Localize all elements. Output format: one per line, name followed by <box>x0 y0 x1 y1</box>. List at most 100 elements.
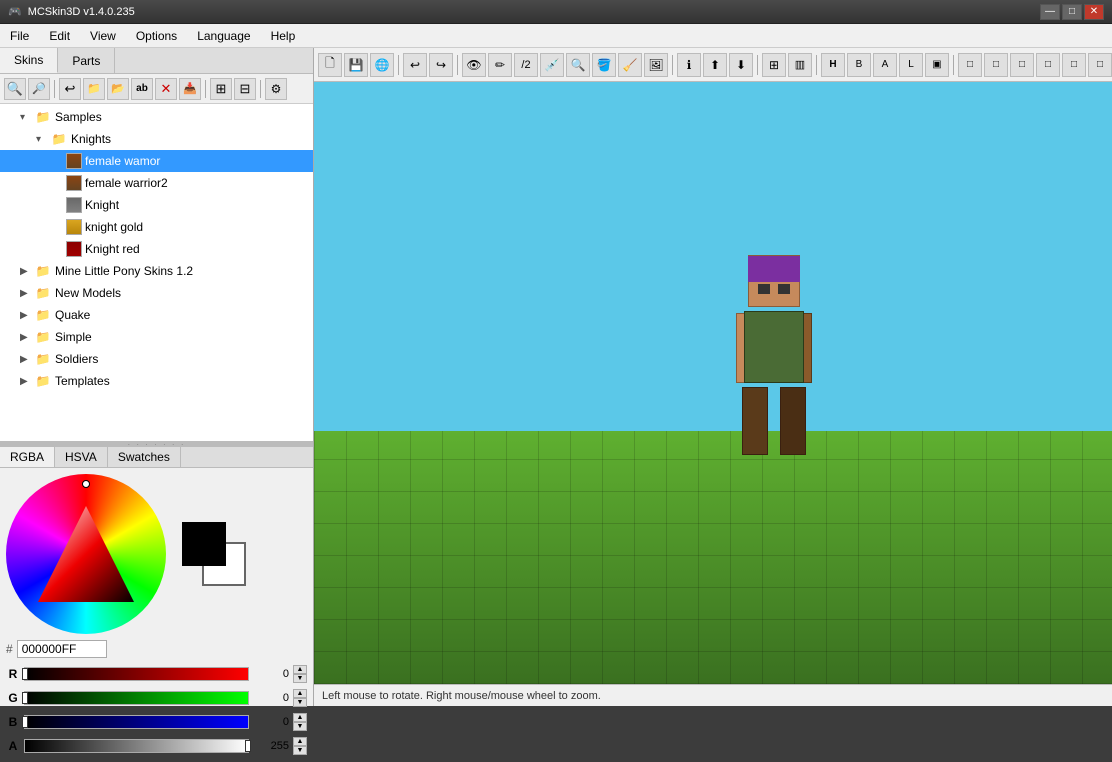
hex-input[interactable] <box>17 640 107 658</box>
tab-skins[interactable]: Skins <box>0 48 58 73</box>
minimize-button[interactable]: — <box>1040 4 1060 20</box>
tree-item-mine-little-pony[interactable]: ▶ 📁 Mine Little Pony Skins 1.2 <box>0 260 313 282</box>
tree-item-female-warrior2[interactable]: female warrior2 <box>0 172 313 194</box>
split-button[interactable]: ▥ <box>788 53 812 77</box>
fill-icon: 🪣 <box>597 58 612 72</box>
a-increment[interactable]: ▲ <box>293 737 307 746</box>
eye-button[interactable]: 👁 <box>462 53 486 77</box>
body-btn[interactable]: B <box>847 53 871 77</box>
import-icon: 📥 <box>183 82 197 95</box>
texture-icon: 🖼 <box>648 58 663 72</box>
open-button[interactable]: 📂 <box>107 78 129 100</box>
options-button[interactable]: ⚙ <box>265 78 287 100</box>
tex2-btn[interactable]: □ <box>984 53 1008 77</box>
menu-language[interactable]: Language <box>187 26 260 46</box>
a-decrement[interactable]: ▼ <box>293 746 307 755</box>
tab-parts[interactable]: Parts <box>58 48 115 73</box>
undo-button[interactable]: ↩ <box>403 53 427 77</box>
grid-button[interactable]: ⊞ <box>762 53 786 77</box>
upload-button[interactable]: ⬆ <box>703 53 727 77</box>
download-button[interactable]: ⬇ <box>729 53 753 77</box>
b-slider-thumb[interactable] <box>22 716 28 728</box>
tree-item-new-models[interactable]: ▶ 📁 New Models <box>0 282 313 304</box>
arm-btn[interactable]: A <box>873 53 897 77</box>
tex3-btn[interactable]: □ <box>1010 53 1034 77</box>
r-slider-thumb[interactable] <box>22 668 28 680</box>
tex5-btn[interactable]: □ <box>1062 53 1086 77</box>
save-button[interactable]: 💾 <box>344 53 368 77</box>
close-button[interactable]: ✕ <box>1084 4 1104 20</box>
color-tab-swatches[interactable]: Swatches <box>108 447 181 467</box>
dropper-button[interactable]: 💉 <box>540 53 564 77</box>
info-button[interactable]: ℹ <box>677 53 701 77</box>
rename-button[interactable]: ab <box>131 78 153 100</box>
toolbar-separator-2 <box>205 80 206 98</box>
grid1-button[interactable]: ⊞ <box>210 78 232 100</box>
tree-label-quake: Quake <box>55 308 90 322</box>
tree-item-female-warrior[interactable]: female wamor <box>0 150 313 172</box>
undo-button[interactable]: ↩ <box>59 78 81 100</box>
tree-item-soldiers[interactable]: ▶ 📁 Soldiers <box>0 348 313 370</box>
menu-options[interactable]: Options <box>126 26 187 46</box>
eraser-button[interactable]: 🧹 <box>618 53 642 77</box>
add-folder-button[interactable]: 📁 <box>83 78 105 100</box>
r-value: 0 <box>253 668 289 680</box>
r-decrement[interactable]: ▼ <box>293 674 307 683</box>
g-slider-thumb[interactable] <box>22 692 28 704</box>
a-slider-thumb[interactable] <box>245 740 251 752</box>
zoom-out-button[interactable]: 🔍 <box>4 78 26 100</box>
head-btn[interactable]: H <box>821 53 845 77</box>
a-slider[interactable] <box>24 739 249 753</box>
skin-tree[interactable]: ▾ 📁 Samples ▾ 📁 Knights female wamor <box>0 104 313 442</box>
tree-item-templates[interactable]: ▶ 📁 Templates <box>0 370 313 392</box>
color-wheel[interactable] <box>6 474 166 634</box>
b-slider-row: B 0 ▲ ▼ <box>6 712 307 732</box>
new-skin-button[interactable]: 🗋 <box>318 53 342 77</box>
texture-button[interactable]: 🖼 <box>644 53 668 77</box>
menu-edit[interactable]: Edit <box>39 26 80 46</box>
redo-button[interactable]: ↪ <box>429 53 453 77</box>
zoom-in-button[interactable]: 🔎 <box>28 78 50 100</box>
r-slider[interactable] <box>24 667 249 681</box>
zoom-button[interactable]: 🔍 <box>566 53 590 77</box>
character-head <box>748 255 800 307</box>
all-btn[interactable]: ▣ <box>925 53 949 77</box>
menu-help[interactable]: Help <box>261 26 306 46</box>
tree-item-samples[interactable]: ▾ 📁 Samples <box>0 106 313 128</box>
delete-button[interactable]: ✕ <box>155 78 177 100</box>
grid2-button[interactable]: ⊟ <box>234 78 256 100</box>
b-slider[interactable] <box>24 715 249 729</box>
color-wheel-handle[interactable] <box>82 480 90 488</box>
b-decrement[interactable]: ▼ <box>293 722 307 731</box>
tex4-btn[interactable]: □ <box>1036 53 1060 77</box>
import-button[interactable]: 📥 <box>179 78 201 100</box>
a-slider-row: A 255 ▲ ▼ <box>6 736 307 756</box>
eraser-icon: 🧹 <box>623 58 638 72</box>
menu-file[interactable]: File <box>0 26 39 46</box>
color-tab-rgba[interactable]: RGBA <box>0 447 55 467</box>
tex6-btn[interactable]: □ <box>1088 53 1112 77</box>
folder-icon-nm: 📁 <box>34 285 52 301</box>
tree-item-quake[interactable]: ▶ 📁 Quake <box>0 304 313 326</box>
tex1-btn[interactable]: □ <box>958 53 982 77</box>
web-button[interactable]: 🌐 <box>370 53 394 77</box>
tree-item-knight-gold[interactable]: knight gold <box>0 216 313 238</box>
tree-item-knights[interactable]: ▾ 📁 Knights <box>0 128 313 150</box>
r-increment[interactable]: ▲ <box>293 665 307 674</box>
3d-scene[interactable]: ⚒ ↑ <box>314 82 1112 684</box>
pencil-button[interactable]: ✏ <box>488 53 512 77</box>
g-slider[interactable] <box>24 691 249 705</box>
paint-button[interactable]: /2 <box>514 53 538 77</box>
color-tab-hsva[interactable]: HSVA <box>55 447 108 467</box>
g-increment[interactable]: ▲ <box>293 689 307 698</box>
tree-item-simple[interactable]: ▶ 📁 Simple <box>0 326 313 348</box>
maximize-button[interactable]: □ <box>1062 4 1082 20</box>
tree-item-knight[interactable]: Knight <box>0 194 313 216</box>
leg-btn[interactable]: L <box>899 53 923 77</box>
b-increment[interactable]: ▲ <box>293 713 307 722</box>
tree-item-knight-red[interactable]: Knight red <box>0 238 313 260</box>
foreground-color-swatch[interactable] <box>182 522 226 566</box>
open-icon: 📂 <box>111 82 125 95</box>
menu-view[interactable]: View <box>80 26 126 46</box>
fill-button[interactable]: 🪣 <box>592 53 616 77</box>
